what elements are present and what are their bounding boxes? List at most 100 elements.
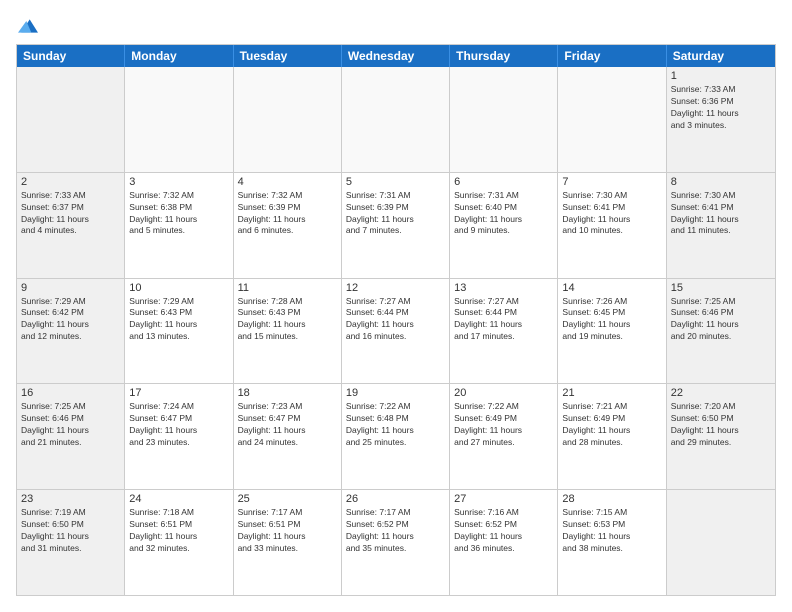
day-number: 20 <box>454 387 553 399</box>
calendar-cell <box>234 67 342 172</box>
calendar-body: 1 Sunrise: 7:33 AMSunset: 6:36 PMDaylight… <box>17 67 775 595</box>
day-info: Sunrise: 7:20 AMSunset: 6:50 PMDaylight:… <box>671 401 771 449</box>
day-number: 12 <box>346 282 445 294</box>
calendar-cell: 3 Sunrise: 7:32 AMSunset: 6:38 PMDaylight… <box>125 173 233 278</box>
day-info: Sunrise: 7:27 AMSunset: 6:44 PMDaylight:… <box>454 296 553 344</box>
day-number: 25 <box>238 493 337 505</box>
logo-icon <box>18 16 38 36</box>
day-info: Sunrise: 7:27 AMSunset: 6:44 PMDaylight:… <box>346 296 445 344</box>
day-number: 27 <box>454 493 553 505</box>
day-number: 3 <box>129 176 228 188</box>
calendar-header-monday: Monday <box>125 45 233 67</box>
day-number: 5 <box>346 176 445 188</box>
calendar-header-thursday: Thursday <box>450 45 558 67</box>
day-info: Sunrise: 7:22 AMSunset: 6:49 PMDaylight:… <box>454 401 553 449</box>
day-number: 28 <box>562 493 661 505</box>
day-number: 7 <box>562 176 661 188</box>
calendar-week-3: 16Sunrise: 7:25 AMSunset: 6:46 PMDayligh… <box>17 384 775 490</box>
day-number: 6 <box>454 176 553 188</box>
day-number: 19 <box>346 387 445 399</box>
calendar-header-saturday: Saturday <box>667 45 775 67</box>
logo <box>16 16 38 36</box>
calendar: SundayMondayTuesdayWednesdayThursdayFrid… <box>16 44 776 596</box>
calendar-cell: 17 Sunrise: 7:24 AMSunset: 6:47 PMDayligh… <box>125 384 233 489</box>
calendar-cell: 22 Sunrise: 7:20 AMSunset: 6:50 PMDayligh… <box>667 384 775 489</box>
calendar-cell <box>125 67 233 172</box>
calendar-cell: 18 Sunrise: 7:23 AMSunset: 6:47 PMDayligh… <box>234 384 342 489</box>
calendar-cell: 11 Sunrise: 7:28 AMSunset: 6:43 PMDayligh… <box>234 279 342 384</box>
calendar-cell: 25 Sunrise: 7:17 AMSunset: 6:51 PMDayligh… <box>234 490 342 595</box>
calendar-cell: 6Sunrise: 7:31 AMSunset: 6:40 PMDaylight… <box>450 173 558 278</box>
day-info: Sunrise: 7:24 AMSunset: 6:47 PMDaylight:… <box>129 401 228 449</box>
calendar-cell: 4 Sunrise: 7:32 AMSunset: 6:39 PMDaylight… <box>234 173 342 278</box>
calendar-cell: 21 Sunrise: 7:21 AMSunset: 6:49 PMDayligh… <box>558 384 666 489</box>
calendar-cell: 15 Sunrise: 7:25 AMSunset: 6:46 PMDayligh… <box>667 279 775 384</box>
day-number: 11 <box>238 282 337 294</box>
calendar-cell: 14Sunrise: 7:26 AMSunset: 6:45 PMDayligh… <box>558 279 666 384</box>
calendar-header-row: SundayMondayTuesdayWednesdayThursdayFrid… <box>17 45 775 67</box>
day-info: Sunrise: 7:32 AMSunset: 6:38 PMDaylight:… <box>129 190 228 238</box>
day-info: Sunrise: 7:25 AMSunset: 6:46 PMDaylight:… <box>671 296 771 344</box>
day-info: Sunrise: 7:33 AMSunset: 6:37 PMDaylight:… <box>21 190 120 238</box>
day-info: Sunrise: 7:22 AMSunset: 6:48 PMDaylight:… <box>346 401 445 449</box>
day-number: 18 <box>238 387 337 399</box>
day-info: Sunrise: 7:28 AMSunset: 6:43 PMDaylight:… <box>238 296 337 344</box>
calendar-cell: 1 Sunrise: 7:33 AMSunset: 6:36 PMDaylight… <box>667 67 775 172</box>
calendar-cell <box>17 67 125 172</box>
day-number: 10 <box>129 282 228 294</box>
calendar-header-tuesday: Tuesday <box>234 45 342 67</box>
day-number: 15 <box>671 282 771 294</box>
calendar-cell <box>342 67 450 172</box>
day-number: 24 <box>129 493 228 505</box>
day-number: 14 <box>562 282 661 294</box>
calendar-cell <box>558 67 666 172</box>
day-info: Sunrise: 7:32 AMSunset: 6:39 PMDaylight:… <box>238 190 337 238</box>
day-info: Sunrise: 7:29 AMSunset: 6:42 PMDaylight:… <box>21 296 120 344</box>
calendar-cell: 9 Sunrise: 7:29 AMSunset: 6:42 PMDaylight… <box>17 279 125 384</box>
calendar-cell: 23Sunrise: 7:19 AMSunset: 6:50 PMDayligh… <box>17 490 125 595</box>
calendar-cell <box>450 67 558 172</box>
day-info: Sunrise: 7:16 AMSunset: 6:52 PMDaylight:… <box>454 507 553 555</box>
calendar-cell: 28Sunrise: 7:15 AMSunset: 6:53 PMDayligh… <box>558 490 666 595</box>
day-number: 26 <box>346 493 445 505</box>
day-number: 8 <box>671 176 771 188</box>
day-number: 4 <box>238 176 337 188</box>
calendar-cell: 7 Sunrise: 7:30 AMSunset: 6:41 PMDaylight… <box>558 173 666 278</box>
day-info: Sunrise: 7:29 AMSunset: 6:43 PMDaylight:… <box>129 296 228 344</box>
calendar-cell: 20 Sunrise: 7:22 AMSunset: 6:49 PMDayligh… <box>450 384 558 489</box>
day-info: Sunrise: 7:23 AMSunset: 6:47 PMDaylight:… <box>238 401 337 449</box>
day-number: 21 <box>562 387 661 399</box>
day-info: Sunrise: 7:17 AMSunset: 6:51 PMDaylight:… <box>238 507 337 555</box>
day-info: Sunrise: 7:30 AMSunset: 6:41 PMDaylight:… <box>671 190 771 238</box>
calendar-cell: 26 Sunrise: 7:17 AMSunset: 6:52 PMDayligh… <box>342 490 450 595</box>
day-number: 16 <box>21 387 120 399</box>
calendar-week-4: 23Sunrise: 7:19 AMSunset: 6:50 PMDayligh… <box>17 490 775 595</box>
calendar-cell: 16Sunrise: 7:25 AMSunset: 6:46 PMDayligh… <box>17 384 125 489</box>
calendar-week-2: 9 Sunrise: 7:29 AMSunset: 6:42 PMDaylight… <box>17 279 775 385</box>
calendar-cell: 13 Sunrise: 7:27 AMSunset: 6:44 PMDayligh… <box>450 279 558 384</box>
calendar-header-friday: Friday <box>558 45 666 67</box>
day-number: 2 <box>21 176 120 188</box>
calendar-cell: 12 Sunrise: 7:27 AMSunset: 6:44 PMDayligh… <box>342 279 450 384</box>
calendar-week-0: 1 Sunrise: 7:33 AMSunset: 6:36 PMDaylight… <box>17 67 775 173</box>
calendar-week-1: 2 Sunrise: 7:33 AMSunset: 6:37 PMDaylight… <box>17 173 775 279</box>
day-info: Sunrise: 7:18 AMSunset: 6:51 PMDaylight:… <box>129 507 228 555</box>
calendar-cell: 2 Sunrise: 7:33 AMSunset: 6:37 PMDaylight… <box>17 173 125 278</box>
calendar-cell: 24 Sunrise: 7:18 AMSunset: 6:51 PMDayligh… <box>125 490 233 595</box>
header <box>16 16 776 36</box>
day-number: 13 <box>454 282 553 294</box>
day-info: Sunrise: 7:31 AMSunset: 6:39 PMDaylight:… <box>346 190 445 238</box>
day-number: 1 <box>671 70 771 82</box>
day-info: Sunrise: 7:33 AMSunset: 6:36 PMDaylight:… <box>671 84 771 132</box>
calendar-header-sunday: Sunday <box>17 45 125 67</box>
day-number: 22 <box>671 387 771 399</box>
day-number: 23 <box>21 493 120 505</box>
calendar-cell: 19 Sunrise: 7:22 AMSunset: 6:48 PMDayligh… <box>342 384 450 489</box>
day-info: Sunrise: 7:21 AMSunset: 6:49 PMDaylight:… <box>562 401 661 449</box>
day-info: Sunrise: 7:30 AMSunset: 6:41 PMDaylight:… <box>562 190 661 238</box>
calendar-cell: 27 Sunrise: 7:16 AMSunset: 6:52 PMDayligh… <box>450 490 558 595</box>
day-number: 17 <box>129 387 228 399</box>
day-number: 9 <box>21 282 120 294</box>
calendar-cell <box>667 490 775 595</box>
day-info: Sunrise: 7:17 AMSunset: 6:52 PMDaylight:… <box>346 507 445 555</box>
